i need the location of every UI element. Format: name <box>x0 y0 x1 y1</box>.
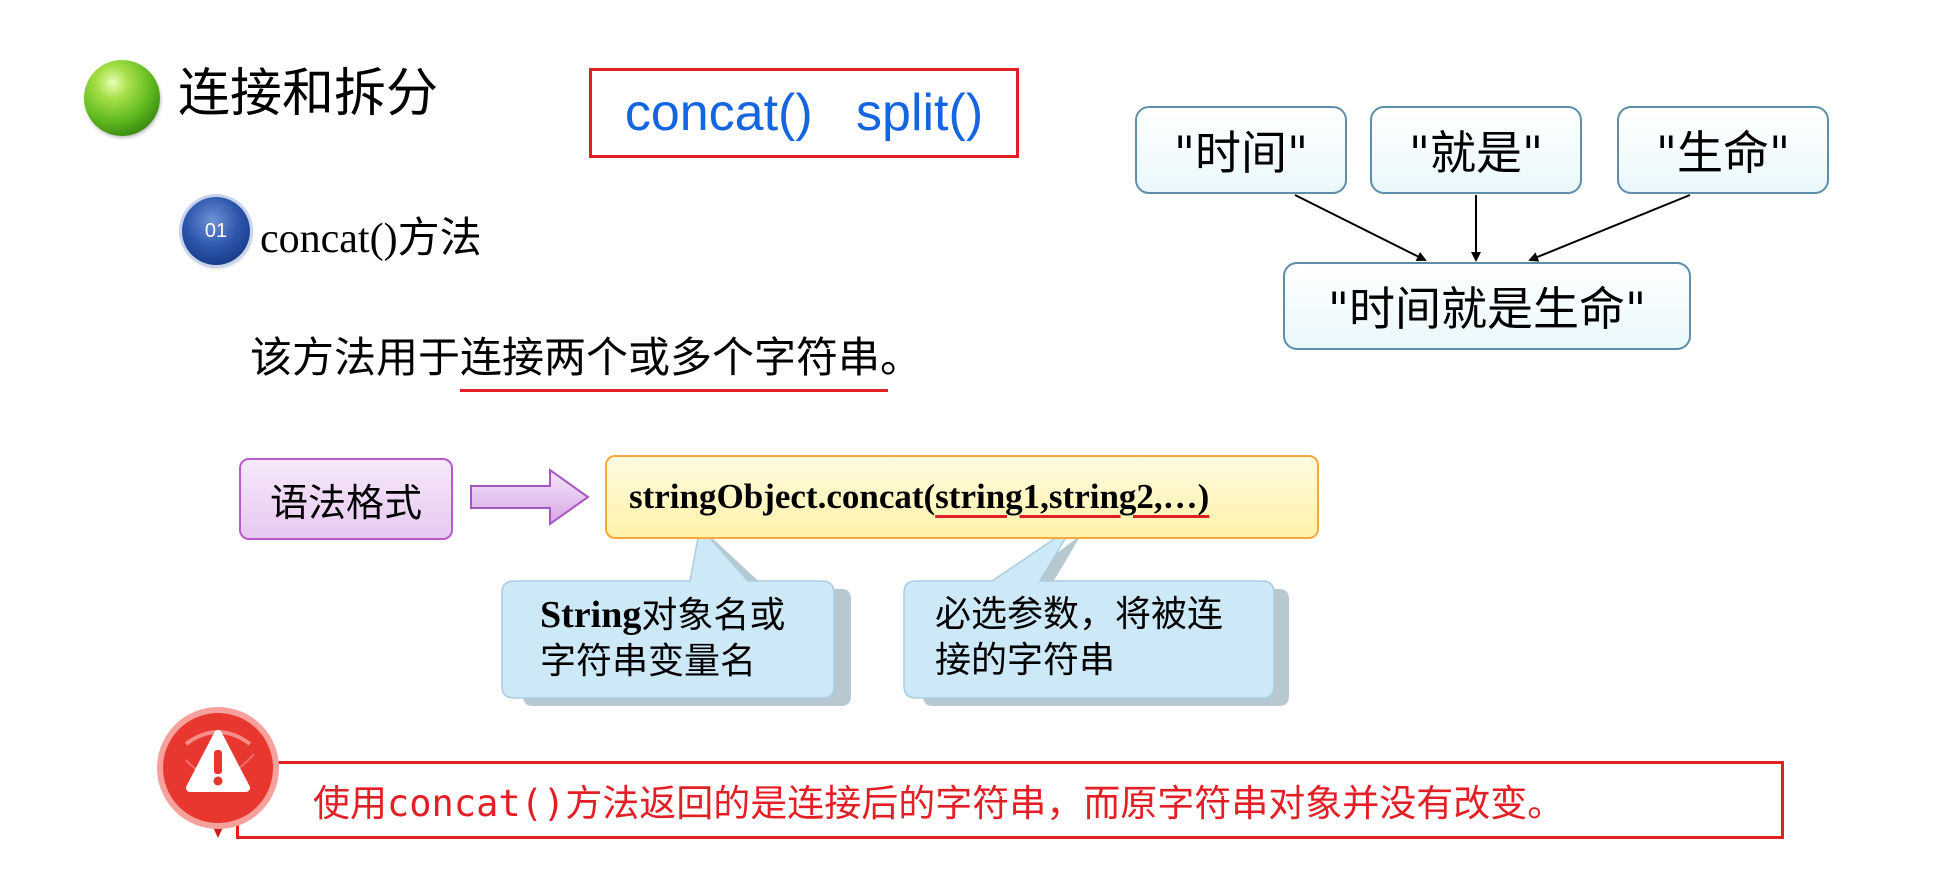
syntax-label: 语法格式 <box>239 458 453 540</box>
diagram-arrows <box>157 194 1691 836</box>
callout-params-line2: 接的字符串 <box>935 640 1116 681</box>
callout-object-text: String对象名或 字符串变量名 <box>540 592 830 685</box>
syntax-arrow-icon <box>470 468 590 526</box>
callout-params-text: 必选参数，将被连 接的字符串 <box>935 592 1265 684</box>
arrow-left <box>1294 194 1427 261</box>
warning-icon-overlay <box>157 707 279 838</box>
syntax-code: stringObject.concat(string1,string2,…) <box>629 477 1209 517</box>
callout-params-line1: 必选参数，将被连 <box>935 594 1224 635</box>
callout-object-rest: 对象名或 <box>641 595 786 636</box>
callout-object-bold: String <box>540 594 642 636</box>
warning-box: 使用concat()方法返回的是连接后的字符串，而原字符串对象并没有改变。 <box>236 761 1784 839</box>
code-prefix: stringObject.concat( <box>629 477 936 516</box>
warning-text: 使用concat()方法返回的是连接后的字符串，而原字符串对象并没有改变。 <box>313 782 1565 825</box>
arrow-right <box>1528 194 1691 262</box>
callout-object-line2: 字符串变量名 <box>540 641 757 682</box>
syntax-code-box: stringObject.concat(string1,string2,…) <box>605 455 1319 539</box>
code-params: string1,string2,…) <box>935 477 1210 516</box>
